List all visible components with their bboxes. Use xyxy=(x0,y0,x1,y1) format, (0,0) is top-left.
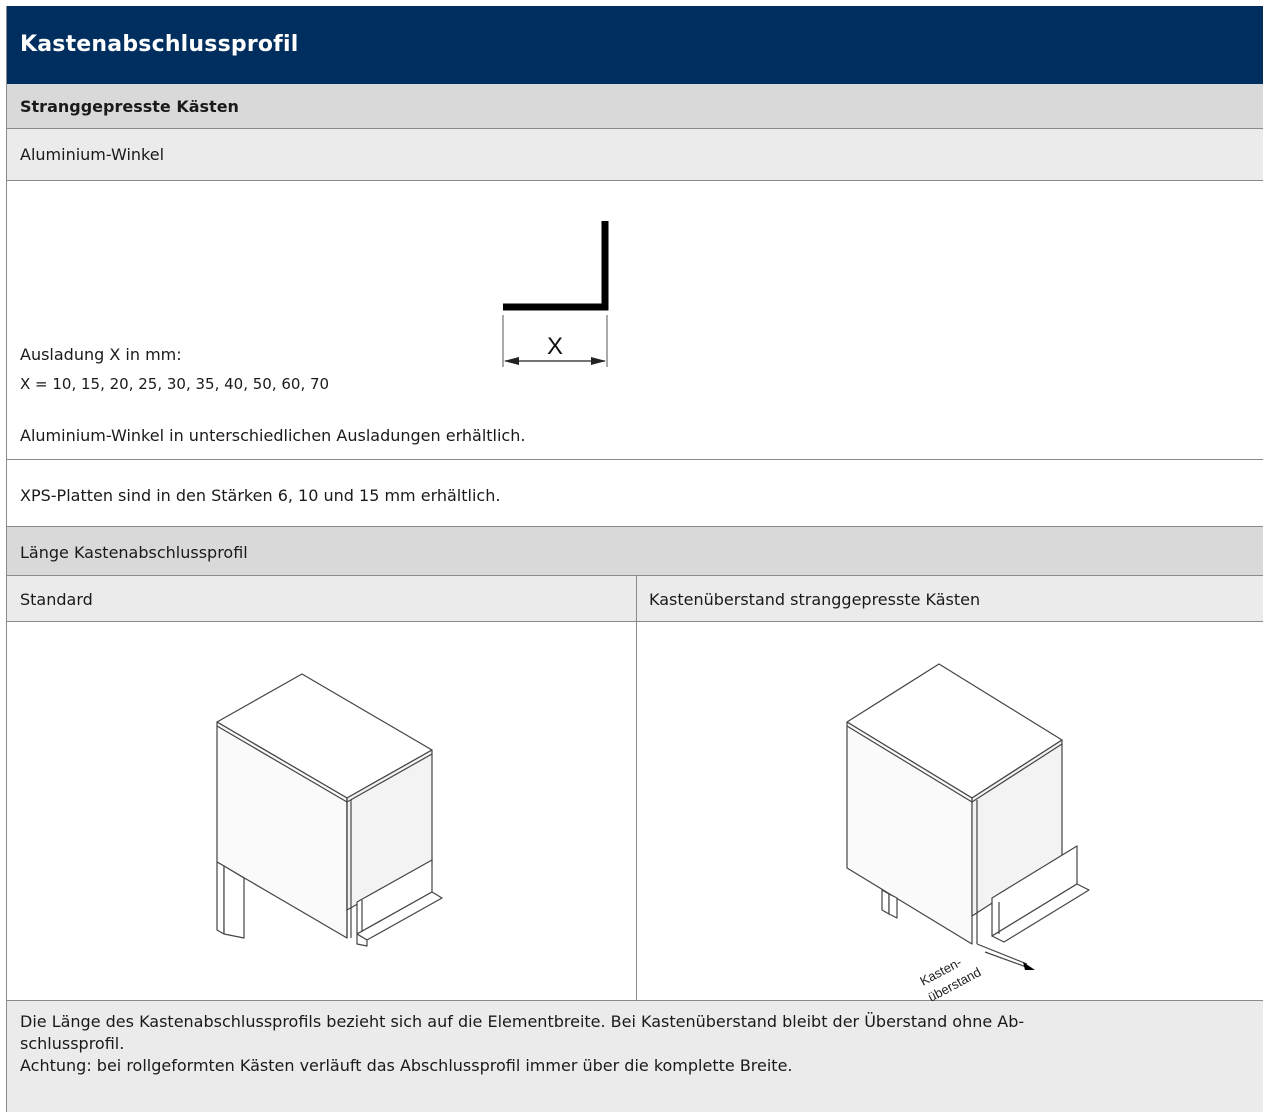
length-columns-header: Standard Kastenüberstand stranggepresste… xyxy=(7,576,1263,622)
aluminium-section-header: Aluminium-Winkel xyxy=(7,129,1263,181)
dimension-arrow-right xyxy=(591,357,606,365)
column-divider xyxy=(636,622,637,1000)
overhang-box-illustration: Kasten- überstand xyxy=(846,663,1090,1005)
footer-notes: Die Länge des Kastenabschlussprofils bez… xyxy=(7,1001,1263,1112)
column-divider xyxy=(636,576,637,621)
angle-profile-diagram: X xyxy=(502,221,609,367)
col-standard-label: Standard xyxy=(20,590,93,609)
footer-line1: Die Länge des Kastenabschlussprofils bez… xyxy=(20,1012,1025,1031)
x-values: X = 10, 15, 20, 25, 30, 35, 40, 50, 60, … xyxy=(20,375,330,393)
xps-row: XPS-Platten sind in den Stärken 6, 10 un… xyxy=(7,460,1263,527)
page-header: Kastenabschlussprofil xyxy=(7,6,1263,84)
length-section-header: Länge Kastenabschlussprofil xyxy=(7,527,1263,576)
subheader-row: Stranggepresste Kästen xyxy=(7,84,1263,129)
col-overhang-label: Kastenüberstand stranggepresste Kästen xyxy=(649,590,981,609)
aluminium-winkel-row: X Ausladung X in mm: X = 10, 15, 20, 25,… xyxy=(7,181,1263,460)
ausladung-label: Ausladung X in mm: xyxy=(20,345,182,364)
length-section-title: Länge Kastenabschlussprofil xyxy=(20,543,248,562)
angle-profile-shape xyxy=(503,221,609,311)
footer-line3: Achtung: bei rollgeformten Kästen verläu… xyxy=(20,1056,793,1075)
aluminium-note: Aluminium-Winkel in unterschiedlichen Au… xyxy=(20,426,526,445)
aluminium-section-title: Aluminium-Winkel xyxy=(20,145,165,164)
document-frame: Kastenabschlussprofil Stranggepresste Kä… xyxy=(6,6,1263,1112)
dimension-x-label: X xyxy=(547,333,563,360)
xps-note: XPS-Platten sind in den Stärken 6, 10 un… xyxy=(20,486,501,505)
standard-box-illustration xyxy=(216,673,443,947)
page-title: Kastenabschlussprofil xyxy=(20,32,299,57)
dimension-arrow-left xyxy=(504,357,519,365)
footer-line2: schlussprofil. xyxy=(20,1034,125,1053)
subheader-title: Stranggepresste Kästen xyxy=(20,97,239,116)
length-illustrations-row: Kasten- überstand xyxy=(7,622,1263,1005)
